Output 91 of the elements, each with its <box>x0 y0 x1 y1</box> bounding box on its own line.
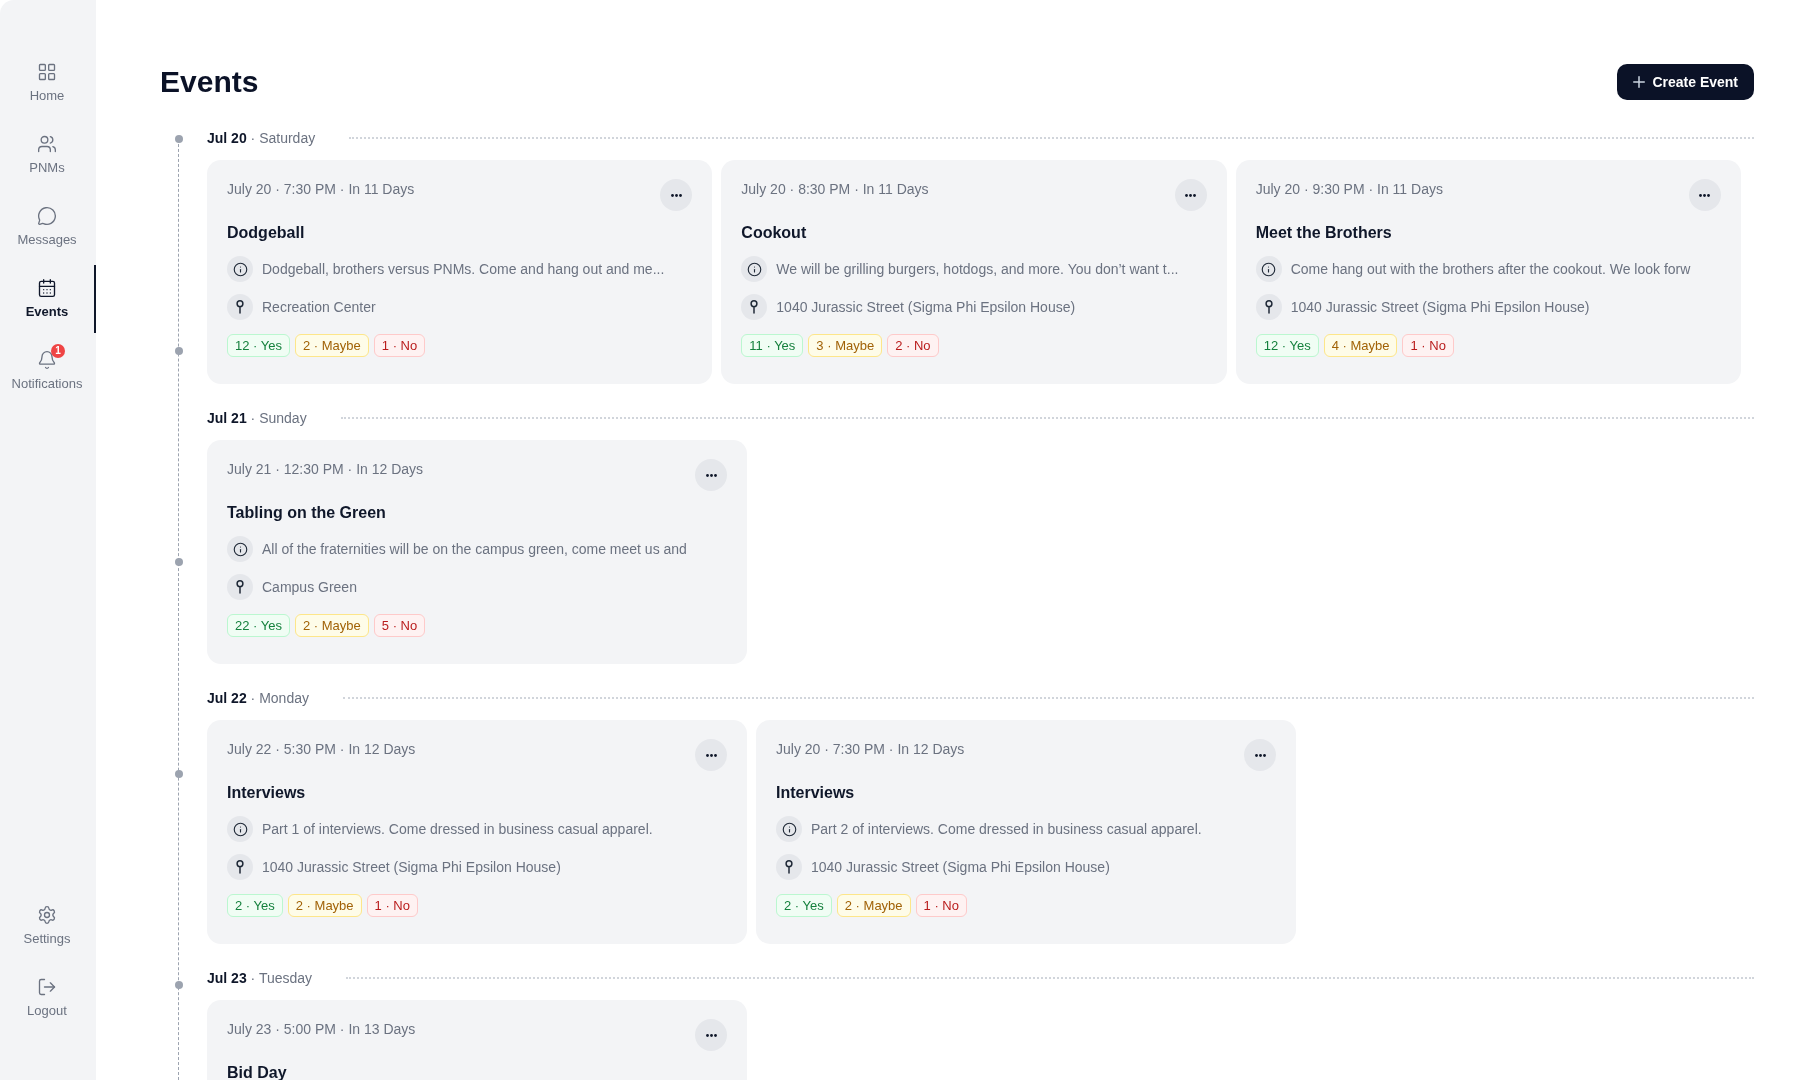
pin-icon <box>227 574 253 600</box>
notification-badge: 1 <box>51 344 65 358</box>
event-location: 1040 Jurassic Street (Sigma Phi Epsilon House) <box>1290 298 1590 317</box>
event-title: Cookout <box>741 223 808 243</box>
event-description: All of the fraternities will be on the campus green, come meet us and <box>262 540 687 559</box>
event-location: Recreation Center <box>262 298 376 317</box>
event-location: 1040 Jurassic Street (Sigma Phi Epsilon House) <box>262 858 561 877</box>
rsvp-tag: 11 · Yes <box>741 334 804 357</box>
nav-item[interactable]: Events <box>0 265 96 333</box>
pin-icon <box>776 854 802 880</box>
rsvp-tag: 3 · Maybe <box>808 334 883 357</box>
info-icon <box>227 816 253 842</box>
rsvp-tag: 2 · Maybe <box>836 894 911 917</box>
info-icon <box>227 536 253 562</box>
rsvp-tag: 2 · Yes <box>776 894 832 917</box>
grid-icon <box>37 62 57 82</box>
event-location: 1040 Jurassic Street (Sigma Phi Epsilon House) <box>776 298 1076 317</box>
event-title: Meet the Brothers <box>1255 223 1393 243</box>
ellipsis-icon <box>1185 193 1197 197</box>
info-icon <box>776 816 802 842</box>
event-title: Interviews <box>776 783 856 803</box>
more-button[interactable] <box>695 459 727 491</box>
more-button[interactable] <box>660 179 693 211</box>
plus-icon <box>1633 76 1646 88</box>
pin-icon <box>227 294 253 320</box>
rsvp-tag: 2 · Maybe <box>287 894 362 917</box>
event-datetime: July 20 · 7:30 PM · In 11 Days <box>227 180 415 199</box>
event-description: Part 1 of interviews. Come dressed in business casual apparel. <box>262 820 653 839</box>
page-title: Events <box>160 64 259 100</box>
info-icon <box>227 256 253 282</box>
event-datetime: July 21 · 12:30 PM · In 12 Days <box>227 460 424 479</box>
rsvp-tag: 1 · No <box>366 894 418 917</box>
event-location: Campus Green <box>262 578 357 597</box>
ellipsis-icon <box>705 1033 717 1037</box>
date-heading: Jul 20 · Saturday <box>207 129 316 148</box>
date-heading: Jul 21 · Sunday <box>207 409 307 428</box>
more-button[interactable] <box>1244 739 1276 771</box>
rsvp-tag: 22 · Yes <box>227 614 290 637</box>
users-icon <box>37 134 57 154</box>
ellipsis-icon <box>1254 753 1266 757</box>
ellipsis-icon <box>705 473 717 477</box>
rsvp-tag: 4 · Maybe <box>1323 334 1398 357</box>
bell-icon <box>37 350 57 370</box>
nav-item[interactable]: Settings <box>0 892 96 960</box>
pin-icon <box>741 294 768 320</box>
event-description: We will be grilling burgers, hotdogs, and more. You don’t want t... <box>776 260 1179 279</box>
event-title: Tabling on the Green <box>227 503 387 523</box>
nav-item[interactable]: PNMs <box>0 121 96 189</box>
date-heading: Jul 23 · Tuesday <box>207 969 313 988</box>
settings-icon <box>37 905 57 925</box>
pin-icon <box>227 854 253 880</box>
nav-item[interactable]: 1 Notifications <box>0 337 96 405</box>
ellipsis-icon <box>1699 193 1711 197</box>
more-button[interactable] <box>1689 179 1721 211</box>
rsvp-tag: 5 · No <box>373 614 426 637</box>
rsvp-tag: 12 · Yes <box>227 334 290 357</box>
nav-item[interactable]: Logout <box>0 964 96 1032</box>
rsvp-tag: 2 · No <box>887 334 939 357</box>
event-location: 1040 Jurassic Street (Sigma Phi Epsilon House) <box>811 858 1110 877</box>
event-datetime: July 20 · 7:30 PM · In 12 Days <box>776 740 965 759</box>
event-description: Come hang out with the brothers after the cookout. We look forw <box>1290 260 1691 279</box>
event-description: Dodgeball, brothers versus PNMs. Come and hang out and me... <box>262 260 665 279</box>
event-description: Part 2 of interviews. Come dressed in business casual apparel. <box>811 820 1202 839</box>
rsvp-tag: 2 · Yes <box>227 894 283 917</box>
date-heading: Jul 22 · Monday <box>207 689 309 708</box>
more-button[interactable] <box>1174 179 1207 211</box>
ellipsis-icon <box>670 193 682 197</box>
event-title: Dodgeball <box>227 223 306 243</box>
info-icon <box>1255 256 1282 282</box>
more-button[interactable] <box>695 1019 727 1051</box>
event-title: Interviews <box>227 783 307 803</box>
calendar-icon <box>37 278 57 298</box>
rsvp-tag: 2 · Maybe <box>295 614 369 637</box>
more-button[interactable] <box>695 739 727 771</box>
create-event-button[interactable]: Create Event <box>1617 64 1754 100</box>
info-icon <box>741 256 768 282</box>
rsvp-tag: 1 · No <box>915 894 967 917</box>
rsvp-tag: 12 · Yes <box>1255 334 1319 357</box>
rsvp-tag: 1 · No <box>1402 334 1454 357</box>
nav-item[interactable]: Messages <box>0 193 96 261</box>
nav-item[interactable]: Home <box>0 49 96 117</box>
event-datetime: July 20 · 8:30 PM · In 11 Days <box>741 180 929 199</box>
chat-bubble-icon <box>37 206 57 226</box>
event-datetime: July 20 · 9:30 PM · In 11 Days <box>1255 180 1443 199</box>
event-datetime: July 23 · 5:00 PM · In 13 Days <box>227 1020 416 1039</box>
pin-icon <box>1255 294 1282 320</box>
event-datetime: July 22 · 5:30 PM · In 12 Days <box>227 740 416 759</box>
logout-icon <box>37 977 57 997</box>
rsvp-tag: 1 · No <box>373 334 426 357</box>
ellipsis-icon <box>705 753 717 757</box>
rsvp-tag: 2 · Maybe <box>295 334 369 357</box>
